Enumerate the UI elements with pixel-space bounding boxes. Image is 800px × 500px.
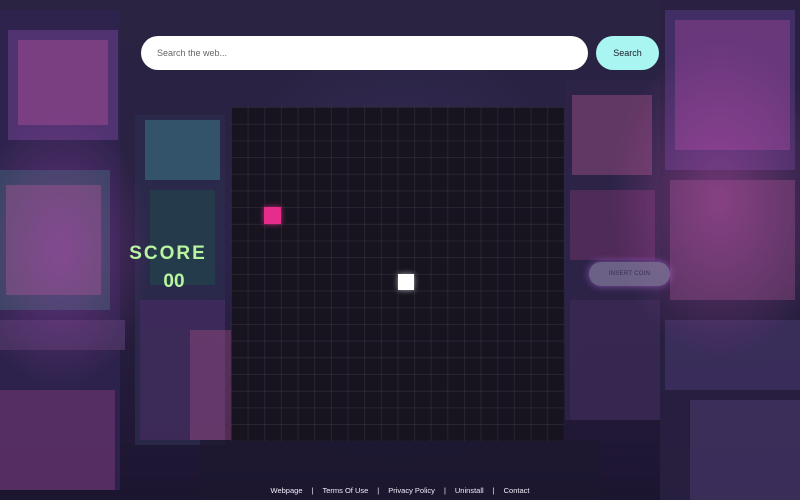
game-board[interactable] [231,107,564,441]
game-page: Search SCORE 00 INSERT COIN Webpage | Te… [0,0,800,500]
footer-separator: | [492,485,495,495]
score-value: 00 [163,271,185,292]
footer-links: Webpage | Terms Of Use | Privacy Policy … [0,484,800,496]
search-bar[interactable] [141,36,588,70]
score-label: SCORE [129,243,207,264]
footer-link-uninstall[interactable]: Uninstall [455,486,484,495]
snake-head-icon [398,274,414,290]
footer-link-webpage[interactable]: Webpage [271,486,303,495]
footer-link-privacy-policy[interactable]: Privacy Policy [388,486,435,495]
search-button[interactable]: Search [596,36,659,70]
footer-link-contact[interactable]: Contact [504,486,530,495]
footer-separator: | [311,485,314,495]
food-icon [264,207,281,224]
footer-separator: | [377,485,380,495]
footer-link-terms-of-use[interactable]: Terms Of Use [322,486,368,495]
footer-separator: | [443,485,446,495]
insert-coin-button[interactable]: INSERT COIN [589,262,670,286]
search-input[interactable] [155,47,574,59]
